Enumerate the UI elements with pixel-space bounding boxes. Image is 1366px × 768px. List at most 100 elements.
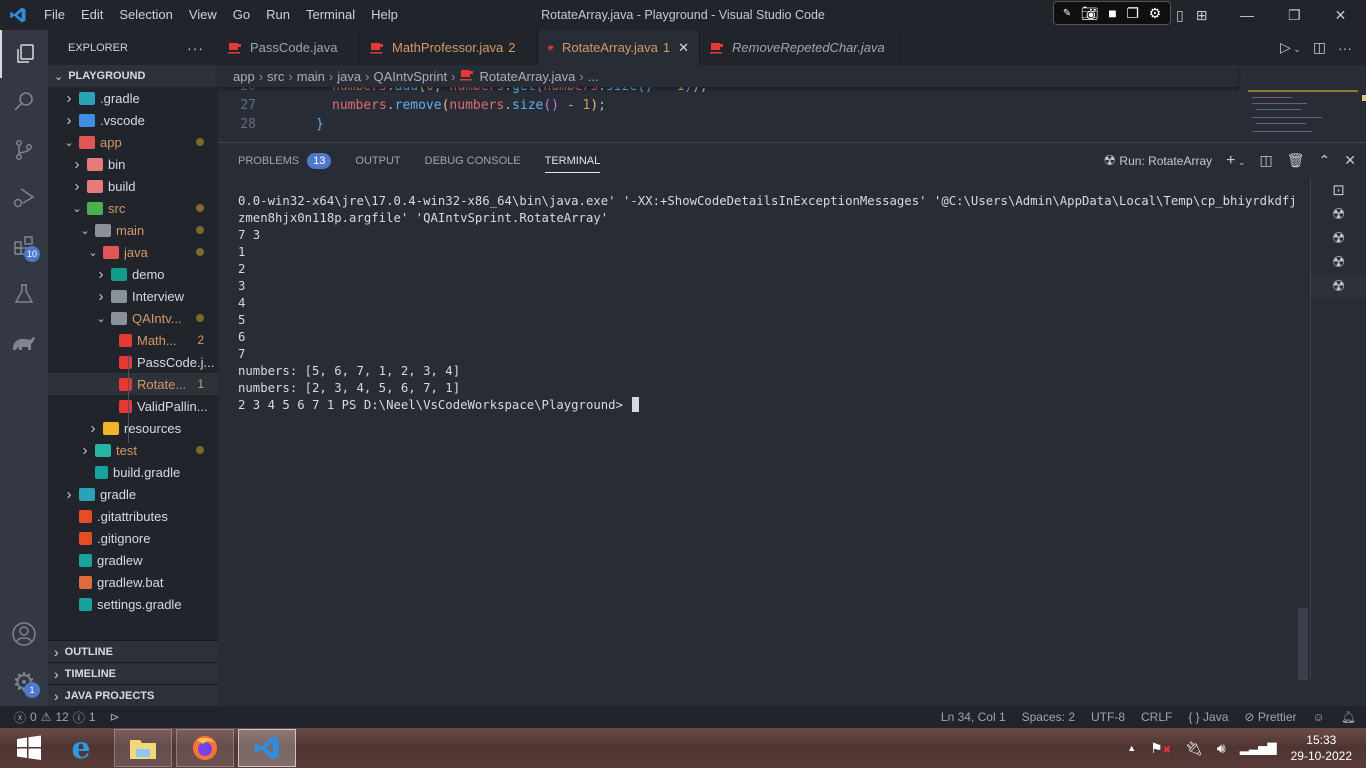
more-actions-button[interactable]: ···	[187, 40, 204, 56]
close-panel-icon[interactable]: ✕	[1344, 152, 1356, 169]
tree-item[interactable]: build.gradle	[48, 461, 218, 483]
breadcrumb-item[interactable]: QAIntvSprint	[373, 69, 447, 84]
gear-icon[interactable]: ⚙	[1149, 5, 1162, 22]
close-button[interactable]: ✕	[1335, 7, 1347, 24]
section-timeline[interactable]: › TIMELINE	[48, 662, 218, 684]
manage-activity[interactable]: ⚙ 1	[0, 658, 48, 706]
terminal-output[interactable]: 0.0-win32-x64\jre\17.0.4-win32-x86_64\bi…	[238, 193, 1303, 414]
feedback-icon[interactable]: ☺	[1313, 710, 1325, 724]
problems-status[interactable]: ⓧ 0 ⚠ 12 ⓘ 1 ⊳	[0, 709, 120, 726]
tree-item[interactable]: › bin	[48, 153, 218, 175]
tree-item[interactable]: PassCode.j...	[48, 351, 218, 373]
workspace-section[interactable]: ⌄ PLAYGROUND	[48, 65, 218, 87]
tab-terminal[interactable]: TERMINAL	[544, 143, 600, 178]
action-center-flag-icon[interactable]: ⚑✖	[1150, 740, 1171, 757]
tree-item[interactable]: ⌄ app	[48, 131, 218, 153]
breadcrumb-item[interactable]: main	[297, 69, 325, 84]
menu-selection[interactable]: Selection	[111, 0, 180, 30]
editor-tab[interactable]: PassCode.java	[218, 30, 360, 65]
menu-file[interactable]: File	[36, 0, 73, 30]
tab-problems[interactable]: PROBLEMS 13	[238, 143, 332, 178]
terminal-debug-icon[interactable]: ☢	[1311, 202, 1366, 226]
source-control-activity[interactable]	[0, 126, 48, 174]
clock[interactable]: 15:33 29-10-2022	[1291, 732, 1352, 764]
tree-item[interactable]: › test	[48, 439, 218, 461]
restore-button[interactable]: ❐	[1288, 7, 1301, 24]
prettier-status[interactable]: ⊘ Prettier	[1244, 710, 1296, 724]
tree-item[interactable]: .gitattributes	[48, 505, 218, 527]
editor-tab[interactable]: RemoveRepetedChar.java	[700, 30, 900, 65]
search-activity[interactable]	[0, 78, 48, 126]
show-hidden-icons[interactable]: ▲	[1127, 743, 1136, 753]
trash-icon[interactable]: 🗑︎	[1287, 152, 1305, 169]
internet-explorer-taskbar[interactable]: e	[52, 729, 110, 767]
pen-icon[interactable]: ✎	[1063, 8, 1071, 19]
start-button[interactable]	[0, 729, 58, 767]
breadcrumb-item[interactable]: ...	[588, 69, 599, 84]
tree-item[interactable]: gradlew	[48, 549, 218, 571]
tree-item[interactable]: ⌄ QAIntv...	[48, 307, 218, 329]
run-icon[interactable]: ▷ ⌄	[1280, 39, 1301, 56]
firefox-taskbar[interactable]	[176, 729, 234, 767]
line-ending[interactable]: CRLF	[1141, 710, 1172, 724]
minimap[interactable]	[1238, 87, 1366, 142]
split-editor-icon[interactable]: ◫	[1313, 39, 1326, 56]
tab-output[interactable]: OUTPUT	[355, 143, 400, 178]
run-debug-activity[interactable]	[0, 174, 48, 222]
video-icon[interactable]: ■	[1108, 5, 1116, 21]
editor-tab[interactable]: MathProfessor.java 2	[360, 30, 538, 65]
explorer-activity[interactable]	[0, 30, 48, 78]
split-terminal-icon[interactable]: ◫	[1260, 152, 1273, 169]
testing-activity[interactable]	[0, 270, 48, 318]
camera-icon[interactable]: 📷︎	[1081, 5, 1099, 22]
customize-layout-icon[interactable]: ⊞	[1196, 7, 1208, 24]
section-outline[interactable]: › OUTLINE	[48, 640, 218, 662]
menu-run[interactable]: Run	[258, 0, 298, 30]
encoding[interactable]: UTF-8	[1091, 710, 1125, 724]
terminal-debug-icon[interactable]: ☢	[1311, 226, 1366, 250]
new-terminal-icon[interactable]: + ⌄	[1226, 152, 1245, 170]
tree-item[interactable]: ⌄ src	[48, 197, 218, 219]
notifications-bell-icon[interactable]: 🔔︎	[1341, 710, 1356, 724]
menu-help[interactable]: Help	[363, 0, 406, 30]
breadcrumb-item[interactable]: java	[337, 69, 361, 84]
extensions-activity[interactable]: 10	[0, 222, 48, 270]
power-icon[interactable]: 🔌︎	[1185, 740, 1203, 757]
copy-icon[interactable]: ❐	[1126, 5, 1139, 22]
maximize-panel-icon[interactable]: ⌃	[1319, 152, 1331, 169]
breadcrumb-item[interactable]: RotateArray.java	[480, 69, 576, 84]
menu-view[interactable]: View	[181, 0, 225, 30]
terminal-selector[interactable]: ☢ Run: RotateArray	[1104, 152, 1213, 169]
tree-item[interactable]: › .gradle	[48, 87, 218, 109]
code-editor[interactable]: 26 numbers.add(0, numbers.get(numbers.si…	[218, 78, 1238, 142]
volume-icon[interactable]: 🔊︎	[1217, 740, 1226, 757]
menu-terminal[interactable]: Terminal	[298, 0, 363, 30]
toggle-panel-icon[interactable]: ▯	[1176, 7, 1184, 24]
close-tab-icon[interactable]: ✕	[678, 40, 689, 56]
terminal-debug-icon[interactable]: ☢	[1311, 274, 1366, 298]
menu-go[interactable]: Go	[225, 0, 258, 30]
minimize-button[interactable]: —	[1240, 7, 1254, 23]
vscode-taskbar[interactable]	[238, 729, 296, 767]
breadcrumb-item[interactable]: app	[233, 69, 255, 84]
tree-item[interactable]: › Interview	[48, 285, 218, 307]
language-mode[interactable]: { } Java	[1188, 710, 1228, 724]
remote-run-icon[interactable]: ⊳	[110, 710, 120, 724]
tree-item[interactable]: Rotate... 1	[48, 373, 218, 395]
cursor-position[interactable]: Ln 34, Col 1	[941, 710, 1006, 724]
gradle-activity[interactable]	[0, 318, 48, 366]
terminal-powershell-icon[interactable]: ⊡	[1311, 178, 1366, 202]
tree-item[interactable]: › gradle	[48, 483, 218, 505]
tree-item[interactable]: › build	[48, 175, 218, 197]
tree-item[interactable]: .gitignore	[48, 527, 218, 549]
tree-item[interactable]: › demo	[48, 263, 218, 285]
tree-item[interactable]: settings.gradle	[48, 593, 218, 615]
accounts-activity[interactable]	[0, 610, 48, 658]
indentation[interactable]: Spaces: 2	[1022, 710, 1075, 724]
network-signal-icon[interactable]: ▂▃▅▇	[1240, 741, 1277, 755]
more-icon[interactable]: ···	[1338, 40, 1352, 56]
tree-item[interactable]: gradlew.bat	[48, 571, 218, 593]
breadcrumb-item[interactable]: src	[267, 69, 284, 84]
terminal-debug-icon[interactable]: ☢	[1311, 250, 1366, 274]
tree-item[interactable]: › .vscode	[48, 109, 218, 131]
